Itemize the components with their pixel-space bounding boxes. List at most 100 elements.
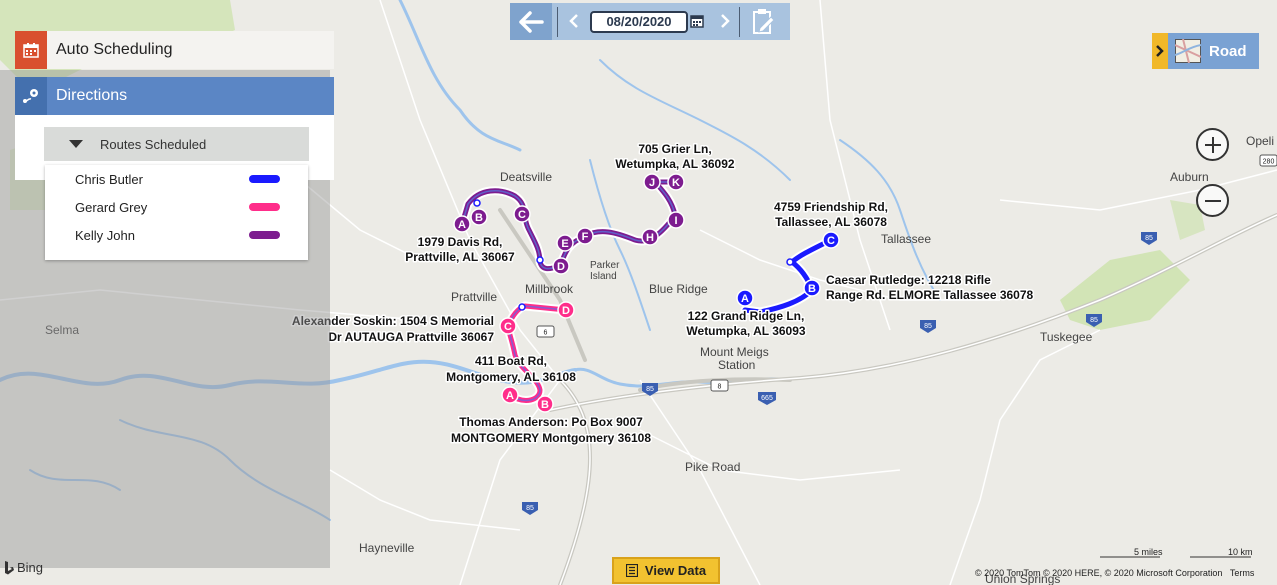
stop-marker-kelly-f[interactable]: F bbox=[576, 227, 594, 245]
clipboard-edit-icon[interactable] bbox=[752, 8, 776, 35]
calendar-icon[interactable] bbox=[690, 13, 704, 28]
svg-text:K: K bbox=[672, 177, 680, 189]
caret-down-icon bbox=[69, 140, 83, 148]
svg-text:D: D bbox=[557, 261, 565, 273]
terms-link[interactable]: Terms bbox=[1230, 568, 1255, 578]
waypoint-dot bbox=[786, 258, 794, 266]
svg-text:B: B bbox=[808, 283, 816, 295]
highway-shield-280: 280 bbox=[1259, 154, 1277, 167]
place-deatsville: Deatsville bbox=[500, 170, 552, 184]
waypoint-dot bbox=[473, 199, 481, 207]
stop-marker-gerard-b[interactable]: B bbox=[536, 395, 554, 413]
address-label: Prattville, AL 36067 bbox=[405, 250, 515, 264]
stop-marker-kelly-j[interactable]: J bbox=[643, 173, 661, 191]
directions-header[interactable]: Directions bbox=[15, 77, 334, 115]
toolbar-divider bbox=[739, 7, 740, 37]
map-style-label: Road bbox=[1209, 42, 1247, 60]
road-map-icon bbox=[1175, 39, 1201, 63]
copyright-text: © 2020 TomTom © 2020 HERE, © 2020 Micros… bbox=[975, 568, 1223, 578]
svg-text:85: 85 bbox=[646, 386, 654, 393]
place-millbrook: Millbrook bbox=[525, 282, 574, 296]
svg-text:A: A bbox=[458, 219, 466, 231]
address-label: Caesar Rutledge: 12218 Rifle bbox=[826, 273, 991, 287]
svg-text:H: H bbox=[646, 232, 654, 244]
back-button[interactable] bbox=[510, 3, 552, 40]
svg-text:B: B bbox=[541, 399, 549, 411]
legend-item[interactable]: Gerard Grey bbox=[45, 193, 308, 221]
svg-text:F: F bbox=[582, 231, 589, 243]
map-copyright: © 2020 TomTom © 2020 HERE, © 2020 Micros… bbox=[975, 568, 1254, 578]
auto-scheduling-header[interactable]: Auto Scheduling bbox=[15, 31, 334, 69]
highway-shield-8: 8 bbox=[710, 379, 729, 392]
svg-text:85: 85 bbox=[924, 323, 932, 330]
svg-text:8: 8 bbox=[718, 384, 722, 391]
address-label: 705 Grier Ln, bbox=[638, 142, 711, 156]
svg-text:J: J bbox=[649, 177, 655, 189]
zoom-out-button[interactable] bbox=[1196, 184, 1229, 217]
place-parker-island: Parker Island bbox=[590, 260, 620, 282]
svg-text:D: D bbox=[562, 305, 570, 317]
place-opelika: Opeli bbox=[1246, 134, 1274, 148]
svg-text:C: C bbox=[504, 321, 512, 333]
waypoint-dot bbox=[536, 256, 544, 264]
address-label: 122 Grand Ridge Ln, bbox=[688, 309, 805, 323]
svg-text:C: C bbox=[518, 209, 526, 221]
map-style-button[interactable]: Road bbox=[1152, 33, 1259, 69]
svg-text:A: A bbox=[506, 390, 514, 402]
place-prattville: Prattville bbox=[451, 290, 497, 304]
stop-marker-kelly-d[interactable]: D bbox=[552, 257, 570, 275]
svg-text:E: E bbox=[561, 238, 568, 250]
stop-marker-chris-a[interactable]: A bbox=[736, 289, 754, 307]
stop-marker-kelly-e[interactable]: E bbox=[556, 234, 574, 252]
address-label: 4759 Friendship Rd, bbox=[774, 200, 888, 214]
place-hayneville: Hayneville bbox=[359, 541, 415, 555]
chevron-left-icon[interactable] bbox=[569, 14, 579, 28]
place-pike-road: Pike Road bbox=[685, 460, 740, 474]
address-label: Wetumpka, AL 36093 bbox=[686, 324, 805, 338]
stop-marker-gerard-c[interactable]: C bbox=[499, 317, 517, 335]
routes-scheduled-label: Routes Scheduled bbox=[100, 136, 207, 152]
directions-icon bbox=[15, 77, 47, 115]
zoom-in-button[interactable] bbox=[1196, 128, 1229, 161]
bing-logo: Bing bbox=[4, 560, 43, 575]
address-label: 1979 Davis Rd, bbox=[418, 235, 503, 249]
date-field[interactable]: 08/20/2020 bbox=[590, 11, 688, 33]
plus-icon bbox=[1204, 136, 1221, 153]
legend-name: Kelly John bbox=[75, 227, 135, 243]
bing-label: Bing bbox=[17, 560, 44, 575]
view-data-button[interactable]: View Data bbox=[612, 557, 720, 584]
stop-marker-chris-c[interactable]: C bbox=[822, 231, 840, 249]
svg-text:85: 85 bbox=[526, 505, 534, 512]
stop-marker-kelly-b[interactable]: B bbox=[470, 208, 488, 226]
waypoint-dot bbox=[518, 303, 526, 311]
svg-text:I: I bbox=[674, 215, 677, 227]
stop-marker-kelly-h[interactable]: H bbox=[641, 228, 659, 246]
routes-scheduled-dropdown[interactable]: Routes Scheduled bbox=[44, 127, 309, 161]
route-legend: Chris Butler Gerard Grey Kelly John bbox=[45, 165, 308, 260]
chevron-right-icon[interactable] bbox=[720, 14, 730, 28]
toolbar-divider bbox=[557, 7, 558, 37]
address-label: Wetumpka, AL 36092 bbox=[615, 157, 734, 171]
view-data-label: View Data bbox=[644, 563, 707, 578]
stop-marker-chris-b[interactable]: B bbox=[803, 279, 821, 297]
svg-text:C: C bbox=[827, 235, 835, 247]
stop-marker-kelly-k[interactable]: K bbox=[667, 173, 685, 191]
bing-logo-icon bbox=[5, 560, 14, 574]
svg-text:B: B bbox=[475, 212, 483, 224]
stop-marker-kelly-a[interactable]: A bbox=[453, 215, 471, 233]
legend-item[interactable]: Kelly John bbox=[45, 221, 308, 249]
address-label: MONTGOMERY Montgomery 36108 bbox=[451, 431, 651, 445]
chevron-right-icon bbox=[1152, 33, 1168, 69]
stop-marker-kelly-c[interactable]: C bbox=[513, 205, 531, 223]
svg-text:A: A bbox=[741, 293, 749, 305]
place-blue-ridge: Blue Ridge bbox=[649, 282, 708, 296]
arrow-left-icon bbox=[519, 10, 544, 33]
stop-marker-gerard-a[interactable]: A bbox=[501, 386, 519, 404]
stop-marker-kelly-i[interactable]: I bbox=[667, 211, 685, 229]
stop-marker-gerard-d[interactable]: D bbox=[557, 301, 575, 319]
svg-text:6: 6 bbox=[544, 330, 548, 337]
legend-name: Gerard Grey bbox=[75, 199, 148, 215]
legend-item[interactable]: Chris Butler bbox=[45, 165, 308, 193]
legend-swatch bbox=[249, 175, 280, 183]
place-tallassee: Tallassee bbox=[881, 232, 931, 246]
